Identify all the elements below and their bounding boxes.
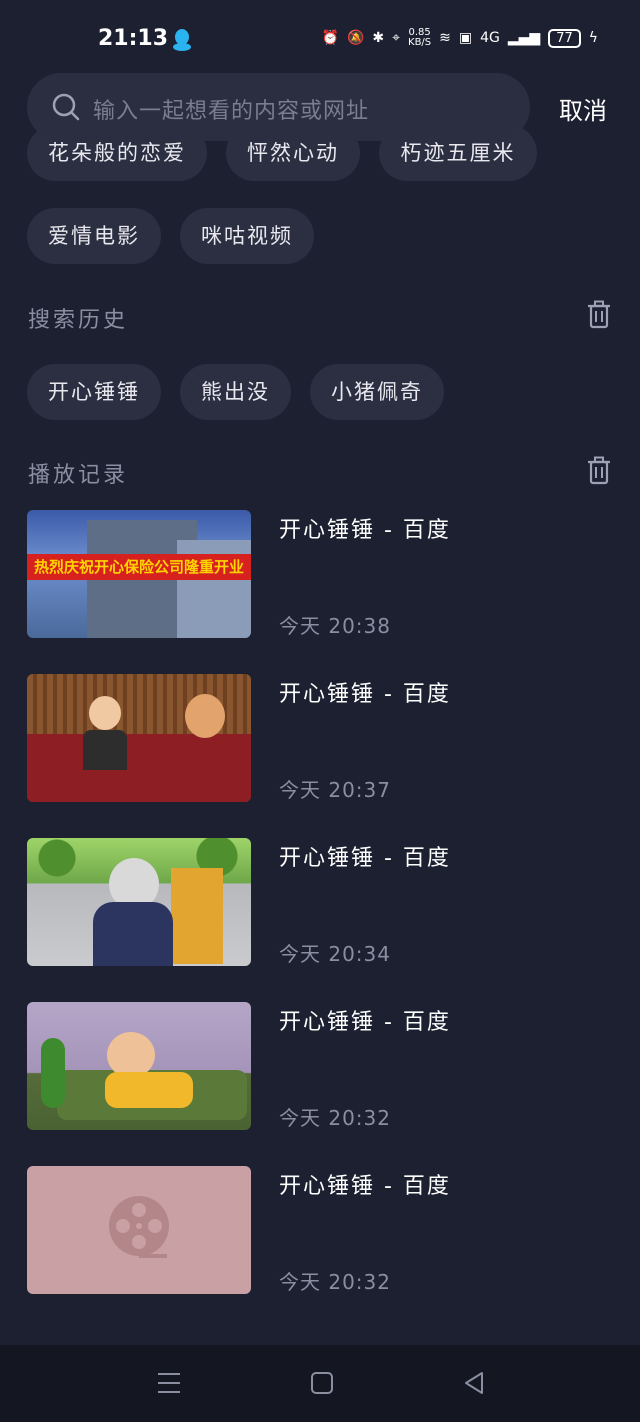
film-reel-icon [109, 1196, 169, 1258]
search-placeholder: 输入一起想看的内容或网址 [93, 99, 370, 124]
history-item[interactable]: 开心锤锤 - 百度 今天 20:32 [27, 1166, 613, 1294]
history-title: 开心锤锤 - 百度 [279, 1010, 451, 1035]
history-time: 今天 20:32 [279, 1270, 391, 1294]
banner: 热烈庆祝开心保险公司隆重开业 [27, 554, 251, 580]
charging-icon: ϟ [588, 30, 598, 46]
video-thumbnail[interactable] [27, 1166, 251, 1294]
play-history-title: 播放记录 [28, 463, 129, 488]
trash-icon[interactable] [586, 456, 612, 486]
bluetooth-icon: ✱ [372, 30, 385, 46]
video-thumbnail[interactable]: 热烈庆祝开心保险公司隆重开业 [27, 510, 251, 638]
trash-icon[interactable] [586, 300, 612, 330]
net-speed-unit: KB/S [408, 37, 432, 48]
video-thumbnail[interactable] [27, 674, 251, 802]
history-title: 开心锤锤 - 百度 [279, 518, 451, 543]
search-input[interactable]: 输入一起想看的内容或网址 [27, 73, 530, 141]
signal-label: 4G [480, 30, 500, 46]
hd-icon: ▣ [458, 30, 473, 46]
history-item[interactable]: 热烈庆祝开心保险公司隆重开业 开心锤锤 - 百度 今天 20:38 [27, 510, 613, 638]
search-history-chip[interactable]: 熊出没 [180, 364, 291, 420]
cancel-button[interactable]: 取消 [559, 91, 607, 126]
history-title: 开心锤锤 - 百度 [279, 682, 451, 707]
suggestion-chip[interactable]: 咪咕视频 [180, 208, 314, 264]
alarm-icon: ⏰ [321, 30, 339, 46]
search-history-chip[interactable]: 小猪佩奇 [310, 364, 444, 420]
video-thumbnail[interactable] [27, 1002, 251, 1130]
status-bar: 21:13 ⏰ 🔕 ✱ ⌖ 0.85 KB/S ≋ ▣ 4G ▂▄▆ 77 ϟ [0, 0, 640, 70]
menu-icon[interactable] [157, 1371, 181, 1395]
character [89, 696, 121, 730]
search-history-chip[interactable]: 开心锤锤 [27, 364, 161, 420]
suggestion-chip[interactable]: 爱情电影 [27, 208, 161, 264]
battery-indicator: 77 [548, 28, 581, 48]
plant [41, 1038, 65, 1108]
sofa [27, 734, 251, 802]
search-history-title: 搜索历史 [28, 308, 129, 333]
character-body [105, 1072, 193, 1108]
history-time: 今天 20:38 [279, 614, 391, 638]
status-icons: ⏰ 🔕 ✱ ⌖ 0.85 KB/S ≋ ▣ 4G ▂▄▆ 77 ϟ [322, 28, 598, 48]
status-time: 21:13 [98, 26, 169, 51]
history-time: 今天 20:32 [279, 1106, 391, 1130]
character-body [93, 902, 173, 966]
character-body [83, 730, 127, 770]
history-item[interactable]: 开心锤锤 - 百度 今天 20:37 [27, 674, 613, 802]
search-icon [52, 93, 80, 121]
history-time: 今天 20:34 [279, 942, 391, 966]
wifi-icon: ≋ [439, 30, 451, 46]
navigation-bar [0, 1345, 640, 1422]
net-speed: 0.85 KB/S [408, 28, 431, 48]
signal-icon: ▂▄▆ [507, 30, 541, 46]
home-icon[interactable] [310, 1371, 334, 1395]
mute-icon: 🔕 [346, 30, 365, 46]
history-item[interactable]: 开心锤锤 - 百度 今天 20:32 [27, 1002, 613, 1130]
history-title: 开心锤锤 - 百度 [279, 1174, 451, 1199]
history-item[interactable]: 开心锤锤 - 百度 今天 20:34 [27, 838, 613, 966]
history-time: 今天 20:37 [279, 778, 391, 802]
location-icon: ⌖ [392, 30, 401, 46]
character [185, 694, 225, 738]
history-title: 开心锤锤 - 百度 [279, 846, 451, 871]
gate [171, 868, 223, 964]
back-icon[interactable] [462, 1371, 486, 1395]
video-thumbnail[interactable] [27, 838, 251, 966]
qq-icon [173, 29, 191, 51]
